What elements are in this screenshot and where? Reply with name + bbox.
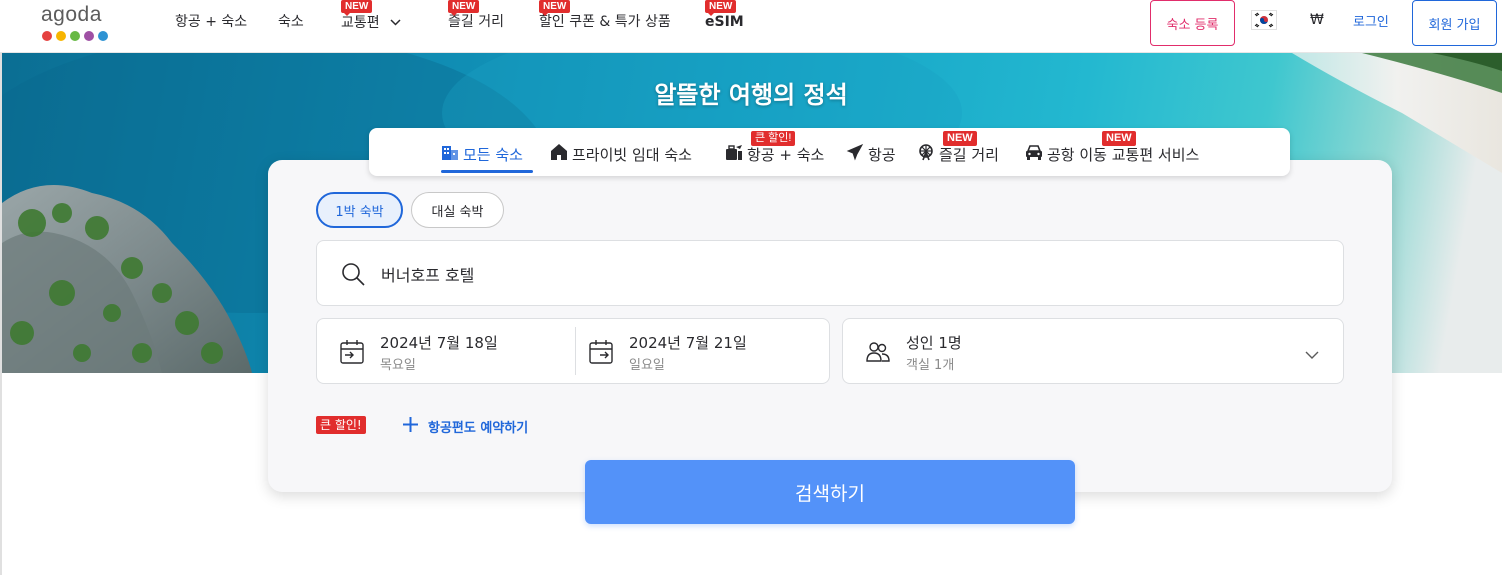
logo-wordmark: agoda — [41, 3, 102, 26]
nav-transport[interactable]: NEW 교통편 — [341, 0, 401, 33]
destination-search-value: 버너호프 호텔 — [381, 266, 475, 285]
nav-esim-label: eSIM — [705, 14, 744, 30]
guests-icon — [865, 339, 891, 369]
tab-airport-transfer[interactable]: NEW 공항 이동 교통편 서비스 — [1025, 131, 1200, 166]
agoda-logo[interactable]: agoda — [40, 3, 116, 44]
logo-dots — [42, 31, 108, 41]
top-header: agoda 항공 + 숙소 숙소 NEW 교통편 NEW 즐길 거리 NEW 할… — [0, 0, 1502, 53]
ferris-wheel-icon — [917, 143, 935, 165]
tab-flight-hotel-label: 항공 + 숙소 — [747, 145, 825, 164]
nav-activities-label: 즐길 거리 — [448, 14, 504, 30]
nav-deals-label: 할인 쿠폰 & 특가 상품 — [539, 14, 671, 30]
nav-hotels-label: 숙소 — [278, 14, 304, 30]
tab-flights[interactable]: 항공 — [846, 142, 896, 166]
nav-activities[interactable]: NEW 즐길 거리 — [448, 0, 504, 32]
search-button[interactable]: 검색하기 — [585, 460, 1075, 524]
big-sale-badge: 큰 할인! — [751, 131, 796, 146]
signup-button[interactable]: 회원 가입 — [1412, 0, 1497, 46]
nav-deals[interactable]: NEW 할인 쿠폰 & 특가 상품 — [539, 0, 671, 32]
active-tab-indicator — [441, 170, 533, 173]
currency-selector[interactable]: ₩ — [1310, 12, 1324, 28]
logo-dot-red — [42, 31, 52, 41]
register-property-button[interactable]: 숙소 등록 — [1150, 0, 1235, 46]
check-out-date: 2024년 7월 21일 — [629, 334, 747, 352]
login-link[interactable]: 로그인 — [1353, 11, 1389, 30]
tab-private-rentals-label: 프라이빗 임대 숙소 — [572, 145, 692, 164]
nav-hotels[interactable]: 숙소 — [278, 12, 304, 32]
tab-flights-label: 항공 — [868, 145, 896, 164]
new-badge: NEW — [448, 0, 480, 16]
suitcase-plane-icon — [725, 143, 743, 165]
chevron-down-icon — [1305, 345, 1319, 364]
logo-dot-green — [70, 31, 80, 41]
check-out-weekday: 일요일 — [629, 358, 665, 373]
logo-dot-blue — [98, 31, 108, 41]
day-use-stay-toggle[interactable]: 대실 숙박 — [411, 192, 504, 228]
airplane-icon — [846, 143, 864, 165]
check-in-date: 2024년 7월 18일 — [380, 334, 498, 352]
new-badge: NEW — [341, 0, 373, 16]
add-flight-label: 항공편도 예약하기 — [428, 421, 529, 436]
tab-activities[interactable]: NEW 즐길 거리 — [917, 131, 999, 166]
nav-esim[interactable]: NEW eSIM — [705, 0, 744, 32]
tab-flight-hotel[interactable]: 큰 할인! 항공 + 숙소 — [725, 131, 825, 166]
new-badge: NEW — [1102, 131, 1136, 146]
logo-dot-yellow — [56, 31, 66, 41]
big-sale-badge: 큰 할인! — [316, 416, 366, 434]
tab-all-stays-label: 모든 숙소 — [463, 145, 523, 164]
new-badge: NEW — [539, 0, 571, 16]
plus-icon — [402, 416, 419, 437]
guests-count: 성인 1명 — [906, 334, 962, 352]
house-icon — [550, 143, 568, 165]
calendar-check-out-icon — [588, 339, 614, 369]
nav-flight-hotel-label: 항공 + 숙소 — [175, 14, 248, 30]
nav-flight-hotel[interactable]: 항공 + 숙소 — [175, 12, 247, 32]
tab-activities-label: 즐길 거리 — [939, 145, 999, 164]
new-badge: NEW — [943, 131, 977, 146]
overnight-stay-toggle[interactable]: 1박 숙박 — [316, 192, 403, 228]
check-in-weekday: 목요일 — [380, 358, 416, 373]
check-out-date-field[interactable]: 2024년 7월 21일 일요일 — [566, 319, 822, 385]
add-flight-button[interactable]: 항공편도 예약하기 — [402, 416, 528, 437]
tab-airport-transfer-label: 공항 이동 교통편 서비스 — [1047, 145, 1200, 164]
building-icon — [441, 143, 459, 165]
hero-title: 알뜰한 여행의 정석 — [654, 81, 848, 109]
tab-all-stays[interactable]: 모든 숙소 — [441, 142, 523, 166]
nav-transport-label: 교통편 — [341, 15, 380, 31]
check-in-date-field[interactable]: 2024년 7월 18일 목요일 — [317, 319, 573, 385]
calendar-check-in-icon — [339, 339, 365, 369]
korea-flag-icon[interactable] — [1251, 10, 1277, 30]
rooms-count: 객실 1개 — [906, 358, 955, 373]
date-range-picker: 2024년 7월 18일 목요일 2024년 7월 21일 일요일 — [316, 318, 830, 384]
guests-rooms-selector[interactable]: 성인 1명 객실 1개 — [842, 318, 1344, 384]
destination-search-input[interactable]: 버너호프 호텔 — [316, 240, 1344, 306]
car-icon — [1025, 143, 1043, 165]
search-icon — [341, 262, 365, 290]
product-tabs: 모든 숙소 프라이빗 임대 숙소 큰 할인! 항공 + 숙소 항공 NEW 즐길… — [369, 128, 1290, 176]
logo-dot-purple — [84, 31, 94, 41]
chevron-down-icon — [390, 12, 401, 32]
tab-private-rentals[interactable]: 프라이빗 임대 숙소 — [550, 142, 692, 166]
new-badge: NEW — [705, 0, 737, 16]
